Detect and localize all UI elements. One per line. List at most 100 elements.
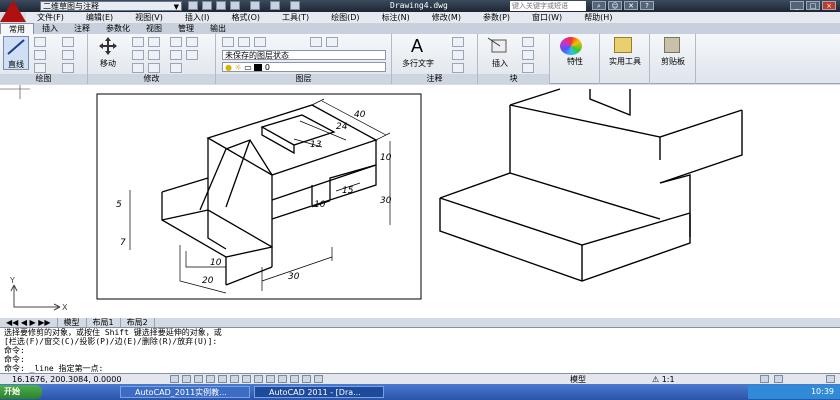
tab-insert[interactable]: 插入 bbox=[34, 23, 66, 34]
tab-annotate[interactable]: 注释 bbox=[66, 23, 98, 34]
user-icon[interactable]: ☺ bbox=[608, 1, 622, 10]
taskbar-item-tutorial[interactable]: AutoCAD_2011实例教... bbox=[120, 386, 250, 398]
clipboard-label[interactable]: 剪贴板 bbox=[650, 56, 696, 67]
layer-isolate-icon[interactable] bbox=[326, 37, 338, 47]
utilities-label[interactable]: 实用工具 bbox=[600, 56, 650, 67]
arc-icon[interactable] bbox=[34, 63, 46, 73]
tab-layout1[interactable]: 布局1 bbox=[87, 318, 121, 327]
workspace-switch-icon[interactable] bbox=[760, 375, 769, 383]
offset-icon[interactable] bbox=[170, 63, 182, 73]
menu-file[interactable]: 文件(F) bbox=[26, 12, 75, 23]
search-input[interactable]: 键入关键字或短语 bbox=[510, 1, 586, 11]
menu-dimension[interactable]: 标注(N) bbox=[371, 12, 421, 23]
menu-view[interactable]: 视图(V) bbox=[124, 12, 174, 23]
tab-view[interactable]: 视图 bbox=[138, 23, 170, 34]
drawing-canvas[interactable]: 40 24 13 10 30 15 10 5 7 10 20 30 Y X bbox=[0, 85, 840, 318]
ortho-toggle[interactable] bbox=[194, 375, 203, 383]
layer-properties-icon[interactable] bbox=[222, 37, 234, 47]
menu-tools[interactable]: 工具(T) bbox=[271, 12, 320, 23]
new-icon[interactable] bbox=[188, 1, 198, 10]
tab-model[interactable]: 模型 bbox=[58, 318, 87, 327]
properties-label[interactable]: 特性 bbox=[550, 56, 600, 67]
menu-window[interactable]: 窗口(W) bbox=[521, 12, 573, 23]
taskbar-item-autocad[interactable]: AutoCAD 2011 - [Dra... bbox=[254, 386, 384, 398]
dimension-icon[interactable] bbox=[452, 37, 464, 47]
3dosnap-toggle[interactable] bbox=[230, 375, 239, 383]
exchange-icon[interactable]: ✕ bbox=[624, 1, 638, 10]
undo-icon[interactable] bbox=[250, 1, 260, 10]
ellipse-icon[interactable] bbox=[62, 63, 74, 73]
block-panel-title[interactable]: 块 bbox=[478, 74, 549, 84]
qp-toggle[interactable] bbox=[302, 375, 311, 383]
workspace-dropdown[interactable]: 二维草图与注释 ▼ bbox=[40, 1, 182, 11]
scale-icon[interactable] bbox=[148, 63, 160, 73]
menu-modify[interactable]: 修改(M) bbox=[421, 12, 472, 23]
maximize-icon[interactable]: □ bbox=[806, 1, 820, 10]
menu-insert[interactable]: 插入(I) bbox=[174, 12, 221, 23]
lwt-toggle[interactable] bbox=[278, 375, 287, 383]
minimize-icon[interactable]: _ bbox=[790, 1, 804, 10]
layer-off-icon[interactable] bbox=[310, 37, 322, 47]
stretch-icon[interactable] bbox=[132, 63, 144, 73]
open-icon[interactable] bbox=[202, 1, 212, 10]
saveas-icon[interactable] bbox=[230, 1, 240, 10]
polar-toggle[interactable] bbox=[206, 375, 215, 383]
tab-manage[interactable]: 管理 bbox=[170, 23, 202, 34]
tab-output[interactable]: 输出 bbox=[202, 23, 234, 34]
annotation-panel-title[interactable]: 注释 bbox=[392, 74, 477, 84]
clean-screen-icon[interactable] bbox=[826, 375, 835, 383]
circle-icon[interactable] bbox=[34, 50, 46, 60]
command-window[interactable]: 选择要修剪的对象，或按住 Shift 键选择要延伸的对象，或 [栏选(F)/窗交… bbox=[0, 327, 840, 373]
close-icon[interactable]: × bbox=[822, 1, 836, 10]
erase-icon[interactable] bbox=[170, 37, 182, 47]
fillet-icon[interactable] bbox=[148, 50, 160, 60]
copy-icon[interactable] bbox=[132, 50, 144, 60]
tab-home[interactable]: 常用 bbox=[0, 23, 34, 34]
tab-parametric[interactable]: 参数化 bbox=[98, 23, 138, 34]
layers-panel-title[interactable]: 图层 bbox=[216, 74, 391, 84]
polyline-icon[interactable] bbox=[34, 37, 46, 47]
help-icon[interactable]: ? bbox=[640, 1, 654, 10]
trim-icon[interactable] bbox=[148, 37, 160, 47]
menu-parametric[interactable]: 参数(P) bbox=[472, 12, 521, 23]
line-button[interactable]: 直线 bbox=[3, 36, 29, 70]
properties-icon[interactable] bbox=[560, 37, 582, 55]
utilities-icon[interactable] bbox=[614, 37, 632, 53]
ducs-toggle[interactable] bbox=[254, 375, 263, 383]
rotate-icon[interactable] bbox=[132, 37, 144, 47]
hatch-icon[interactable] bbox=[62, 50, 74, 60]
edit-block-icon[interactable] bbox=[522, 50, 534, 60]
attribute-icon[interactable] bbox=[522, 63, 534, 73]
leader-icon[interactable] bbox=[452, 50, 464, 60]
plot-icon[interactable] bbox=[290, 1, 300, 10]
mtext-button[interactable]: A 多行文字 bbox=[398, 36, 436, 70]
move-button[interactable]: 移动 bbox=[94, 36, 122, 70]
draw-panel-title[interactable]: 绘图 bbox=[0, 74, 87, 84]
start-button[interactable]: 开始 bbox=[0, 385, 42, 399]
save-icon[interactable] bbox=[216, 1, 226, 10]
mirror-icon[interactable] bbox=[186, 37, 198, 47]
table-icon[interactable] bbox=[452, 63, 464, 73]
sc-toggle[interactable] bbox=[314, 375, 323, 383]
tab-layout2[interactable]: 布局2 bbox=[121, 318, 155, 327]
snap-toggle[interactable] bbox=[170, 375, 179, 383]
create-block-icon[interactable] bbox=[522, 37, 534, 47]
lock-icon[interactable] bbox=[774, 375, 783, 383]
layer-state-icon[interactable] bbox=[238, 37, 250, 47]
menu-edit[interactable]: 编辑(E) bbox=[75, 12, 124, 23]
menu-format[interactable]: 格式(O) bbox=[220, 12, 271, 23]
layer-state-dropdown[interactable]: 未保存的图层状态 bbox=[222, 50, 386, 60]
tpy-toggle[interactable] bbox=[290, 375, 299, 383]
array-icon[interactable] bbox=[186, 50, 198, 60]
layer-dropdown[interactable]: ● ☼ ▭ 0 bbox=[222, 62, 386, 72]
dyn-toggle[interactable] bbox=[266, 375, 275, 383]
layer-icon[interactable] bbox=[254, 37, 266, 47]
redo-icon[interactable] bbox=[270, 1, 280, 10]
osnap-toggle[interactable] bbox=[218, 375, 227, 383]
tab-nav-arrows[interactable]: ◀◀ ◀ ▶ ▶▶ bbox=[0, 318, 58, 327]
paste-icon[interactable] bbox=[664, 37, 680, 53]
autocad-logo-icon[interactable] bbox=[0, 0, 26, 22]
insert-button[interactable]: 插入 bbox=[486, 36, 514, 70]
menu-draw[interactable]: 绘图(D) bbox=[320, 12, 370, 23]
rectangle-icon[interactable] bbox=[62, 37, 74, 47]
